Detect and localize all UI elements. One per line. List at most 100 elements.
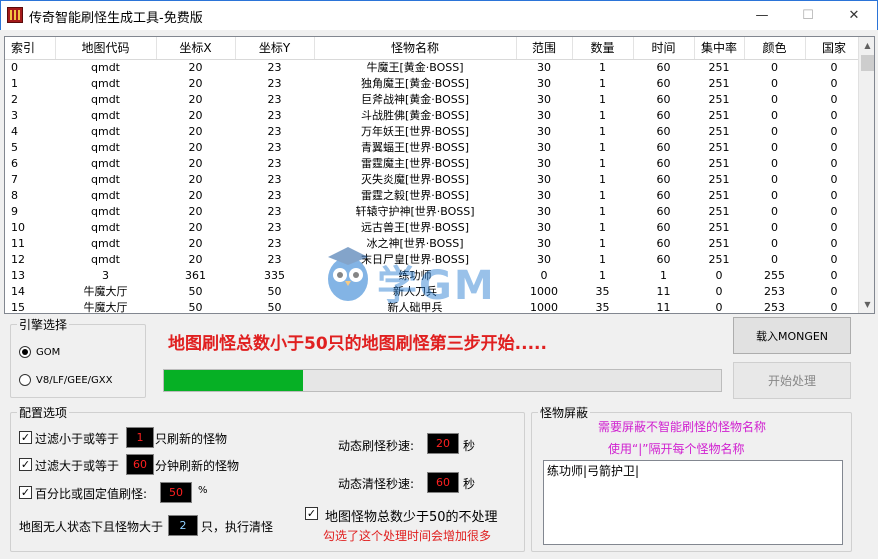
column-header[interactable]: 怪物名称 — [314, 37, 517, 60]
dyn-spawn-label: 动态刷怪秒速: — [338, 439, 415, 453]
table-cell: 50 — [188, 300, 203, 314]
percent-checkbox[interactable]: ✓ — [19, 486, 32, 499]
dyn-spawn-input[interactable]: 20 — [427, 433, 459, 454]
table-cell: 20 — [188, 76, 203, 90]
close-button[interactable]: ✕ — [831, 1, 877, 30]
table-cell: 60 — [656, 76, 671, 90]
table-cell: 251 — [708, 188, 730, 202]
table-cell: qmdt — [91, 252, 120, 266]
table-cell: 30 — [537, 220, 551, 234]
filter-more-checkbox[interactable]: ✓ — [19, 458, 32, 471]
table-cell: 0 — [830, 76, 838, 90]
table-cell: 251 — [708, 76, 730, 90]
table-row[interactable]: 2 qmdt 20 23 巨斧战神[黄金·BOSS] 30 1 60 251 0 0 — [5, 92, 863, 108]
table-cell: 30 — [537, 236, 551, 250]
percent-input[interactable]: 50 — [160, 482, 192, 503]
table-cell: 20 — [188, 220, 203, 234]
table-row[interactable]: 7 qmdt 20 23 灭失炎魔[世界·BOSS] 30 1 60 251 0 0 — [5, 172, 863, 188]
skip-small-checkbox[interactable]: ✓ — [305, 507, 318, 520]
column-header[interactable]: 集中率 — [694, 37, 745, 60]
scroll-down-icon[interactable]: ▼ — [859, 296, 874, 313]
table-cell: 0 — [771, 188, 778, 202]
table-cell: 0 — [771, 172, 778, 186]
table-row[interactable]: 8 qmdt 20 23 雷霆之毅[世界·BOSS] 30 1 60 251 0 0 — [5, 188, 863, 204]
table-cell: qmdt — [91, 108, 120, 122]
table-cell: 60 — [656, 60, 671, 74]
filter-more-input[interactable]: 60 — [126, 454, 154, 475]
table-cell: 251 — [708, 172, 730, 186]
percent-unit: % — [198, 485, 208, 496]
table-cell: 0 — [771, 204, 778, 218]
table-cell: 0 — [771, 140, 778, 154]
dyn-clear-input[interactable]: 60 — [427, 472, 459, 493]
table-cell: 7 — [11, 172, 18, 186]
table-cell: 20 — [188, 124, 203, 138]
column-header[interactable]: 颜色 — [744, 37, 806, 60]
column-header[interactable]: 数量 — [572, 37, 634, 60]
start-process-button[interactable]: 开始处理 — [733, 362, 851, 399]
table-cell: 20 — [188, 188, 203, 202]
table-cell: 50 — [188, 284, 203, 298]
table-cell: 60 — [656, 156, 671, 170]
column-header[interactable]: 时间 — [633, 37, 695, 60]
scroll-up-icon[interactable]: ▲ — [859, 37, 874, 54]
engine-radio-gom[interactable] — [19, 346, 31, 358]
table-cell: qmdt — [91, 140, 120, 154]
column-header[interactable]: 索引 — [5, 37, 56, 60]
table-cell: 60 — [656, 124, 671, 138]
table-cell: 0 — [830, 188, 838, 202]
table-cell: 30 — [537, 252, 551, 266]
maximize-button[interactable]: ☐ — [785, 1, 831, 30]
dyn-spawn-unit: 秒 — [463, 439, 476, 453]
skip-small-warning: 勾选了这个处理时间会增加很多 — [323, 529, 492, 543]
table-cell: 牛魔大厅 — [83, 284, 128, 298]
table-cell: 60 — [656, 172, 671, 186]
table-cell: 20 — [188, 140, 203, 154]
table-cell: 3 — [102, 268, 109, 282]
table-cell: 0 — [830, 300, 838, 314]
scroll-thumb[interactable] — [861, 55, 874, 71]
table-cell: 0 — [771, 76, 778, 90]
column-header[interactable]: 地图代码 — [55, 37, 157, 60]
engine-radio-v8[interactable] — [19, 374, 31, 386]
table-cell: 8 — [11, 188, 18, 202]
table-cell: 9 — [11, 204, 18, 218]
table-cell: 30 — [537, 76, 551, 90]
column-header[interactable]: 国家 — [805, 37, 864, 60]
table-row[interactable]: 4 qmdt 20 23 万年妖王[世界·BOSS] 30 1 60 251 0 0 — [5, 124, 863, 140]
table-cell: 30 — [537, 108, 551, 122]
table-cell: 1 — [599, 204, 606, 218]
filter-more-suffix: 分钟刷新的怪物 — [155, 459, 240, 473]
table-cell: 30 — [537, 124, 551, 138]
filter-less-checkbox[interactable]: ✓ — [19, 431, 32, 444]
table-cell: 0 — [771, 60, 778, 74]
table-row[interactable]: 9 qmdt 20 23 轩辕守护神[世界·BOSS] 30 1 60 251 0 0 — [5, 204, 863, 220]
shield-textarea[interactable]: 练功师|弓箭护卫| — [543, 460, 843, 545]
clear-input[interactable]: 2 — [168, 515, 198, 536]
minimize-button[interactable]: — — [739, 1, 785, 30]
table-row[interactable]: 11 qmdt 20 23 冰之神[世界·BOSS] 30 1 60 251 0 0 — [5, 236, 863, 252]
table-cell: 0 — [830, 140, 838, 154]
table-cell: 0 — [771, 108, 778, 122]
table-row[interactable]: 3 qmdt 20 23 斗战胜佛[黄金·BOSS] 30 1 60 251 0 0 — [5, 108, 863, 124]
monster-grid[interactable]: 索引 地图代码 坐标X 坐标Y 怪物名称 范围 数量 时间 集中率 颜色 国家 0 qmdt 20 23 牛… — [4, 36, 875, 314]
filter-less-input[interactable]: 1 — [126, 427, 154, 448]
table-row[interactable]: 5 qmdt 20 23 青翼蝠王[世界·BOSS] 30 1 60 251 0 0 — [5, 140, 863, 156]
filter-more-label: 过滤大于或等于 — [35, 459, 120, 473]
table-row[interactable]: 6 qmdt 20 23 雷霆魔主[世界·BOSS] 30 1 60 251 0 0 — [5, 156, 863, 172]
table-row[interactable]: 1 qmdt 20 23 独角魔王[黄金·BOSS] 30 1 60 251 0 0 — [5, 76, 863, 92]
table-cell: 50 — [267, 300, 282, 314]
table-cell: 60 — [656, 220, 671, 234]
column-header[interactable]: 范围 — [516, 37, 573, 60]
load-mongen-button[interactable]: 载入MONGEN — [733, 317, 851, 354]
column-header[interactable]: 坐标Y — [235, 37, 315, 60]
table-row[interactable]: 0 qmdt 20 23 牛魔王[黄金·BOSS] 30 1 60 251 0 0 — [5, 59, 863, 76]
table-row[interactable]: 10 qmdt 20 23 远古兽王[世界·BOSS] 30 1 60 251 0 0 — [5, 220, 863, 236]
table-cell: 0 — [830, 236, 838, 250]
table-cell: 50 — [267, 284, 282, 298]
vertical-scrollbar[interactable]: ▲ ▼ — [858, 37, 874, 313]
table-cell: 23 — [267, 204, 282, 218]
table-cell: 远古兽王[世界·BOSS] — [360, 220, 470, 234]
column-header[interactable]: 坐标X — [156, 37, 236, 60]
table-cell: 60 — [656, 140, 671, 154]
